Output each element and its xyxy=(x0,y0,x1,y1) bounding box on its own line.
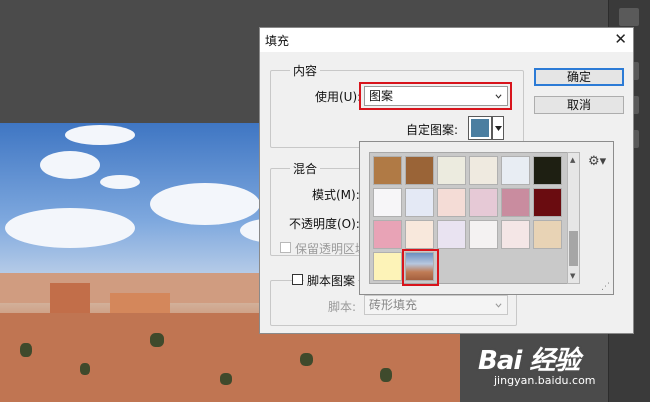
dialog-titlebar[interactable]: 填充 ✕ xyxy=(260,28,633,52)
watermark-url: jingyan.baidu.com xyxy=(494,374,596,387)
blend-group-legend: 混合 xyxy=(290,160,321,177)
cancel-button[interactable]: 取消 xyxy=(534,96,624,114)
scroll-thumb[interactable] xyxy=(569,231,578,266)
content-group-legend: 内容 xyxy=(290,62,321,79)
pattern-swatch-18[interactable] xyxy=(533,220,562,249)
baidu-logo: Bai 经验 xyxy=(478,346,580,376)
triangle-down-icon xyxy=(495,126,502,131)
script-label: 脚本: xyxy=(328,300,357,314)
chevron-down-icon xyxy=(495,303,502,308)
script-select[interactable]: 砖形填充 xyxy=(364,295,508,315)
pattern-swatch-17[interactable] xyxy=(501,220,530,249)
dialog-title: 填充 xyxy=(265,34,290,48)
gear-icon[interactable]: ⚙▾ xyxy=(588,154,606,169)
custom-pattern-dropdown[interactable] xyxy=(492,116,504,140)
pattern-swatch-6[interactable] xyxy=(533,156,562,185)
script-pattern-label: 脚本图案 xyxy=(304,272,359,289)
pattern-swatch-7[interactable] xyxy=(373,188,402,217)
pattern-swatch-5[interactable] xyxy=(501,156,530,185)
use-label: 使用(U): xyxy=(315,90,362,104)
pattern-swatch-14[interactable] xyxy=(405,220,434,249)
close-icon[interactable]: ✕ xyxy=(614,30,627,48)
pattern-swatch-11[interactable] xyxy=(501,188,530,217)
script-select-value: 砖形填充 xyxy=(369,298,418,312)
resize-grip-icon[interactable]: ⋰ xyxy=(601,282,610,292)
script-pattern-checkbox[interactable] xyxy=(292,274,303,285)
pattern-swatch-13[interactable] xyxy=(373,220,402,249)
pattern-swatch-8[interactable] xyxy=(405,188,434,217)
scroll-down-icon[interactable]: ▼ xyxy=(570,272,575,280)
custom-pattern-preview[interactable] xyxy=(468,116,492,140)
selected-pattern-highlight xyxy=(402,249,439,286)
preserve-transparency-label: 保留透明区域 xyxy=(295,242,368,256)
pattern-swatch-1[interactable] xyxy=(373,156,402,185)
use-select-highlight xyxy=(359,82,512,110)
pattern-swatch-16[interactable] xyxy=(469,220,498,249)
pattern-swatch-15[interactable] xyxy=(437,220,466,249)
pattern-swatch-2[interactable] xyxy=(405,156,434,185)
preserve-transparency-checkbox[interactable] xyxy=(280,242,291,253)
opacity-label: 不透明度(O): xyxy=(289,217,360,231)
pattern-thumbnail xyxy=(471,119,489,137)
pattern-swatch-4[interactable] xyxy=(469,156,498,185)
custom-pattern-label: 自定图案: xyxy=(406,123,459,137)
pattern-scrollbar[interactable]: ▲ ▼ xyxy=(567,152,580,284)
pattern-swatch-10[interactable] xyxy=(469,188,498,217)
mode-label: 模式(M): xyxy=(312,188,360,202)
pattern-swatch-19[interactable] xyxy=(373,252,402,281)
pattern-swatch-20[interactable] xyxy=(402,249,439,286)
pattern-swatch-12[interactable] xyxy=(533,188,562,217)
pattern-grid xyxy=(369,152,568,286)
pattern-swatch-3[interactable] xyxy=(437,156,466,185)
ok-button[interactable]: 确定 xyxy=(534,68,624,86)
pattern-swatch-9[interactable] xyxy=(437,188,466,217)
pattern-picker-popup: ▲ ▼ ⚙▾ ⋰ xyxy=(359,141,614,295)
panel-tool-icon[interactable] xyxy=(619,8,639,26)
scroll-up-icon[interactable]: ▲ xyxy=(570,156,575,164)
